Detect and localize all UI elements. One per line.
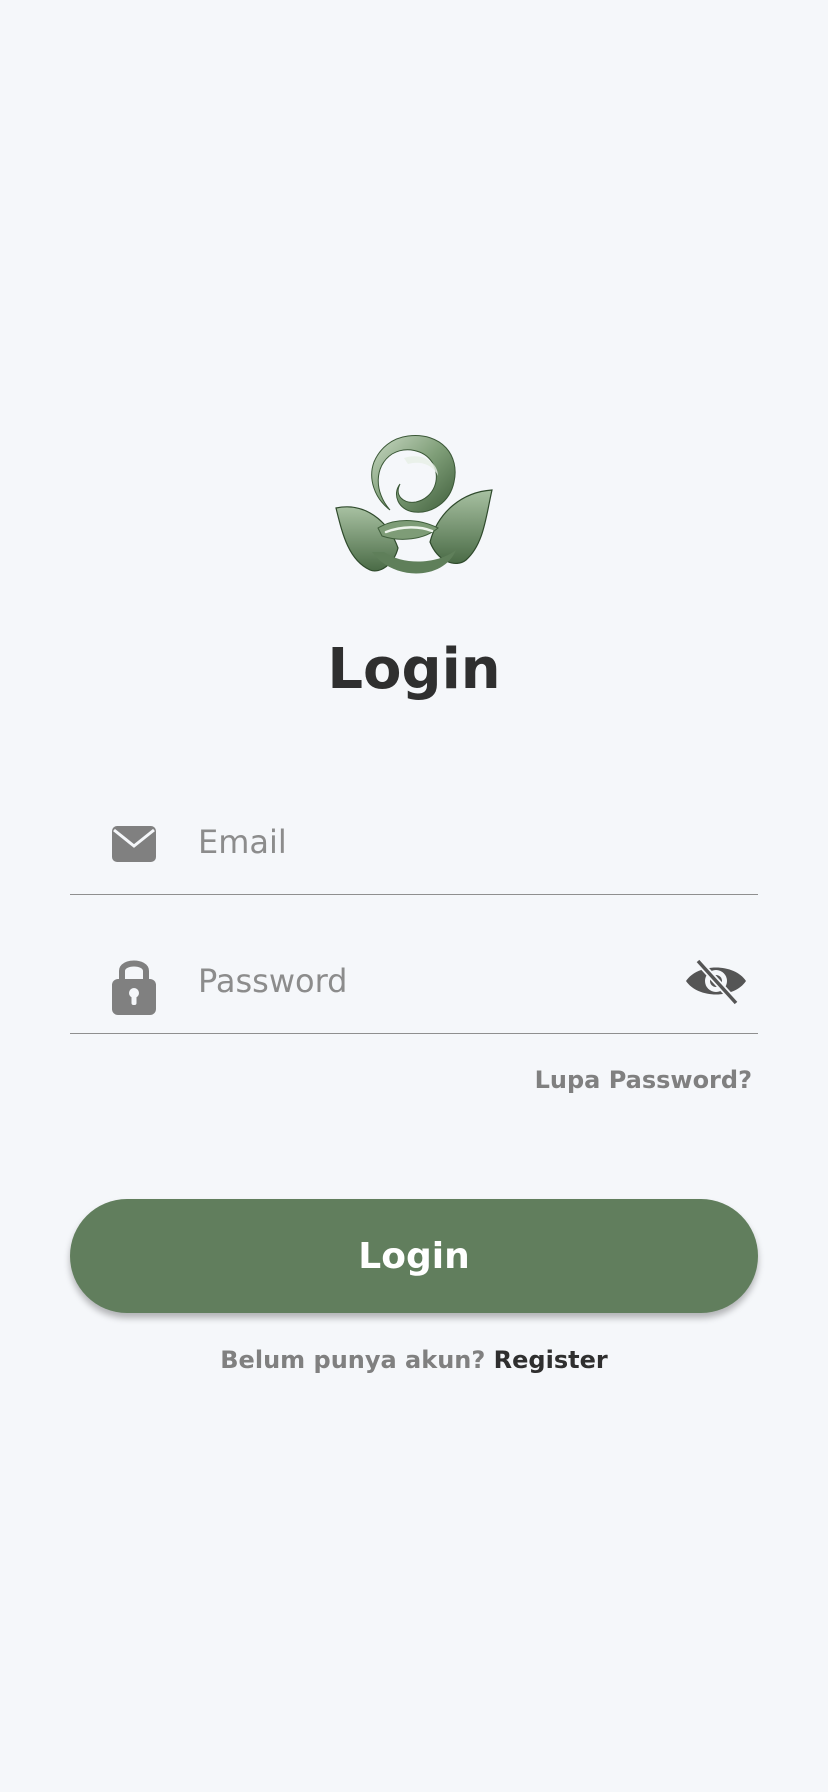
page-title: Login <box>327 637 501 702</box>
register-prompt-text: Belum punya akun? <box>220 1346 486 1374</box>
envelope-icon <box>110 814 158 878</box>
login-button[interactable]: Login <box>70 1199 758 1313</box>
password-input[interactable] <box>198 949 648 1013</box>
email-field-row <box>70 774 758 895</box>
app-logo <box>334 432 494 580</box>
leaf-swirl-logo-icon <box>335 435 493 574</box>
register-prompt: Belum punya akun? Register <box>0 1346 828 1374</box>
password-field-row <box>70 913 758 1034</box>
forgot-password-link[interactable]: Lupa Password? <box>535 1066 752 1094</box>
register-link[interactable]: Register <box>494 1346 608 1374</box>
eye-off-icon[interactable] <box>684 949 748 1013</box>
lock-icon <box>110 953 158 1017</box>
email-input[interactable] <box>198 810 648 874</box>
